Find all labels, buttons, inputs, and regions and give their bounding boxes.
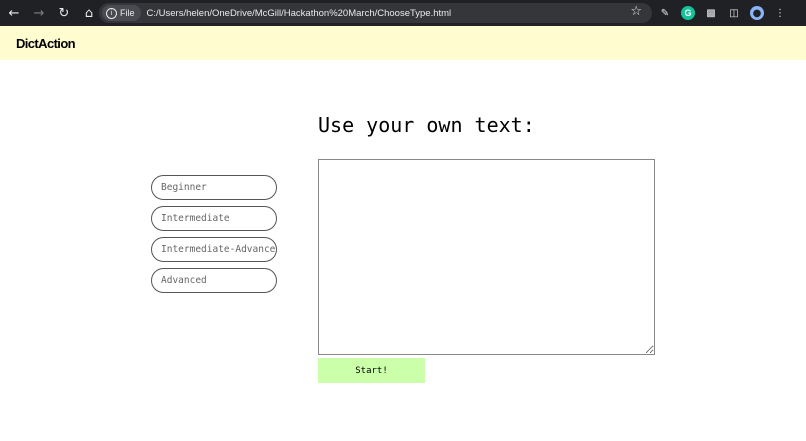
back-icon[interactable]: ← [3,2,25,24]
bookmark-star-icon[interactable]: ☆ [630,4,642,19]
level-button-intermediate-advanced[interactable]: Intermediate-Advanced [151,237,277,262]
grammarly-extension-icon[interactable]: G [681,6,695,20]
profile-avatar-icon[interactable]: ● [750,6,764,20]
app-logo[interactable]: DictAction [16,36,76,51]
file-chip-label: File [120,8,135,18]
start-button[interactable]: Start! [318,358,425,383]
level-button-intermediate[interactable]: Intermediate [151,206,277,231]
pen-extension-icon[interactable]: ✎ [658,6,672,20]
browser-toolbar: ← → ↻ ⌂ i File C:/Users/helen/OneDrive/M… [0,0,806,26]
level-button-advanced[interactable]: Advanced [151,268,277,293]
site-info-chip[interactable]: i File [102,5,141,21]
extensions-area: ✎ G ▩ ◫ ● ⋮ [658,3,796,23]
menu-kebab-icon[interactable]: ⋮ [773,6,787,20]
info-icon: i [106,7,117,19]
page-title: Use your own text: [318,113,535,137]
url-text[interactable]: C:/Users/helen/OneDrive/McGill/Hackathon… [147,8,452,19]
forward-icon[interactable]: → [28,2,50,24]
side-panel-icon[interactable]: ◫ [727,6,741,20]
custom-text-input[interactable] [318,159,655,355]
extensions-puzzle-icon[interactable]: ▩ [704,6,718,20]
app-header: DictAction [0,26,806,60]
level-list: Beginner Intermediate Intermediate-Advan… [151,175,277,299]
address-bar[interactable]: i File C:/Users/helen/OneDrive/McGill/Ha… [99,3,652,23]
level-button-beginner[interactable]: Beginner [151,175,277,200]
reload-icon[interactable]: ↻ [53,2,75,24]
home-icon[interactable]: ⌂ [78,2,100,24]
